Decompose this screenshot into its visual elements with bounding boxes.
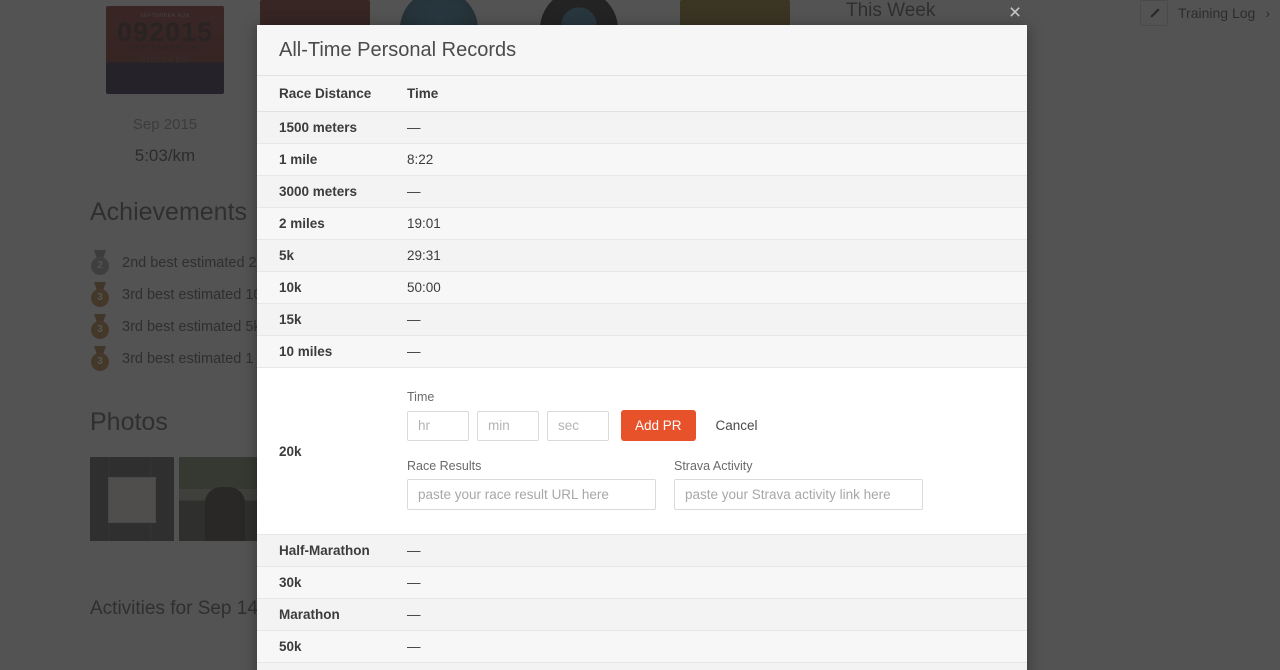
race-distance-cell: 50k — [257, 630, 407, 663]
hours-input[interactable] — [407, 410, 469, 441]
time-cell: 8:22 — [407, 143, 1027, 176]
table-row[interactable]: 1 mile 8:22 — [257, 143, 1027, 176]
race-results-input[interactable] — [407, 479, 656, 510]
time-cell: 19:01 — [407, 207, 1027, 240]
table-row[interactable]: 30k — — [257, 566, 1027, 599]
table-row[interactable]: Half-Marathon — — [257, 534, 1027, 567]
time-cell: — — [407, 630, 1027, 663]
race-distance-cell: 1 mile — [257, 143, 407, 176]
race-distance-cell: Half-Marathon — [257, 534, 407, 567]
table-row[interactable]: 50k — — [257, 630, 1027, 663]
race-distance-cell: 15k — [257, 303, 407, 336]
strava-activity-label: Strava Activity — [674, 459, 753, 473]
table-row[interactable]: 5k 29:31 — [257, 239, 1027, 272]
table-row[interactable]: 50 miles — — [257, 662, 1027, 670]
table-row[interactable]: 10 miles — — [257, 335, 1027, 368]
column-header-distance: Race Distance — [257, 76, 407, 112]
url-fields-group: Race Results Strava Activity — [407, 459, 1027, 510]
seconds-input[interactable] — [547, 410, 609, 441]
time-cell: — — [407, 662, 1027, 670]
time-input-group: Add PR Cancel — [407, 410, 1027, 441]
time-cell: — — [407, 175, 1027, 208]
minutes-input[interactable] — [477, 410, 539, 441]
race-distance-cell: 30k — [257, 566, 407, 599]
time-field-label: Time — [407, 390, 435, 404]
table-row[interactable]: 1500 meters — — [257, 111, 1027, 144]
table-row[interactable]: 2 miles 19:01 — [257, 207, 1027, 240]
time-cell: 29:31 — [407, 239, 1027, 272]
race-results-field: Race Results — [407, 459, 656, 510]
table-row[interactable]: 3000 meters — — [257, 175, 1027, 208]
table-row[interactable]: 10k 50:00 — [257, 271, 1027, 304]
race-distance-cell: 2 miles — [257, 207, 407, 240]
time-cell: — — [407, 566, 1027, 599]
strava-activity-field: Strava Activity — [674, 459, 923, 510]
strava-activity-input[interactable] — [674, 479, 923, 510]
race-distance-cell: 20k — [257, 367, 407, 535]
race-distance-cell: 1500 meters — [257, 111, 407, 144]
race-distance-cell: 10k — [257, 271, 407, 304]
table-row[interactable]: Marathon — — [257, 598, 1027, 631]
add-pr-form-cell: Time Add PR Cancel Race Results — [407, 367, 1027, 535]
page-title: All-Time Personal Records — [279, 38, 517, 61]
cancel-button[interactable]: Cancel — [716, 418, 758, 433]
time-cell: — — [407, 534, 1027, 567]
column-header-time: Time — [407, 76, 1027, 112]
time-cell: — — [407, 111, 1027, 144]
time-cell: — — [407, 335, 1027, 368]
race-distance-cell: 50 miles — [257, 662, 407, 670]
race-results-label: Race Results — [407, 459, 482, 473]
race-distance-cell: 5k — [257, 239, 407, 272]
personal-records-table: Race Distance Time 1500 meters — 1 mile … — [257, 76, 1027, 670]
add-pr-button[interactable]: Add PR — [621, 410, 696, 441]
add-pr-form: Time Add PR Cancel Race Results — [407, 376, 1027, 526]
race-distance-cell: 3000 meters — [257, 175, 407, 208]
race-distance-cell: Marathon — [257, 598, 407, 631]
modal-header: All-Time Personal Records — [257, 25, 1027, 76]
race-distance-cell: 10 miles — [257, 335, 407, 368]
all-time-personal-records-modal: All-Time Personal Records Race Distance … — [257, 25, 1027, 670]
time-cell: 50:00 — [407, 271, 1027, 304]
table-header-row: Race Distance Time — [257, 76, 1027, 112]
time-cell: — — [407, 598, 1027, 631]
time-cell: — — [407, 303, 1027, 336]
table-row[interactable]: 15k — — [257, 303, 1027, 336]
page-root: SEPTEMBER RUN 092015 SEPTEMBER 10K FINIS… — [0, 0, 1280, 670]
add-pr-form-row: 20k Time Add PR Cancel — [257, 367, 1027, 535]
close-icon[interactable]: × — [1004, 1, 1026, 24]
